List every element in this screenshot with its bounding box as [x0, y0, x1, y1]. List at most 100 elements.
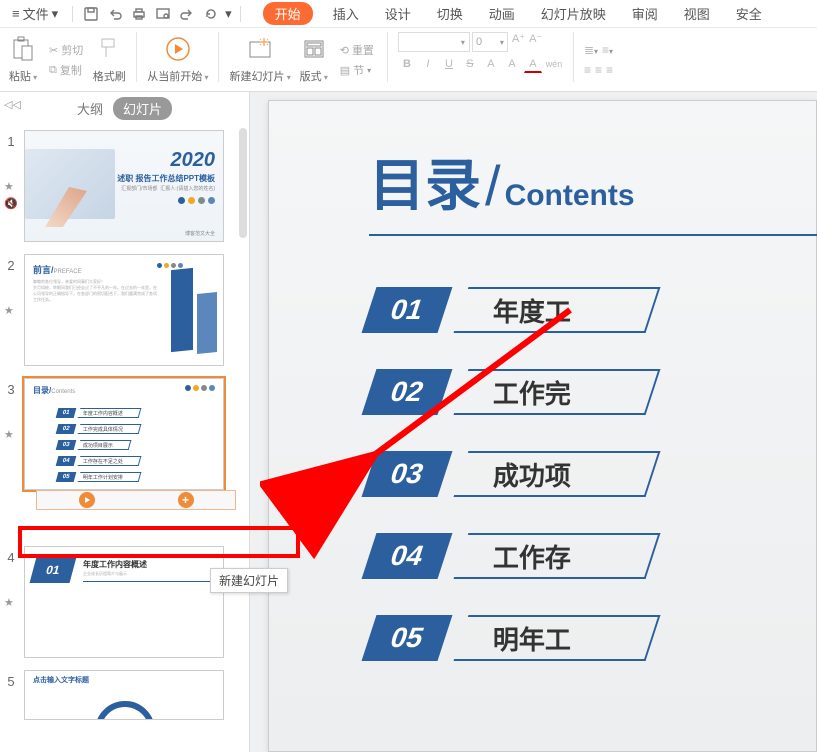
thumb-row-3[interactable]: 3 目录/Contents 01年度工作内容概述 02工作完成具体情况 03成功…	[0, 372, 249, 518]
animation-icon: ★	[4, 304, 14, 317]
align-center-icon[interactable]: ≡	[595, 63, 602, 77]
cut-button[interactable]: ✂剪切	[46, 41, 86, 59]
play-circle-icon	[161, 32, 195, 66]
thumb-row-5[interactable]: 5 点击输入文字标题	[0, 664, 249, 726]
slide-canvas[interactable]: 目录 / Contents 01年度工 02工作完 03成功项 04工作存 05…	[250, 92, 817, 752]
subscript-button[interactable]: A	[503, 55, 521, 73]
slide1-year: 2020	[171, 149, 216, 172]
paste-group[interactable]: 粘贴 ▾	[6, 32, 40, 84]
divider	[240, 6, 241, 22]
decrease-font-icon[interactable]: A⁻	[529, 32, 542, 52]
tab-slideshow[interactable]: 幻灯片放映	[535, 2, 612, 25]
print-icon[interactable]	[129, 4, 149, 24]
slide3-item-3: 03成功项目展示	[57, 439, 130, 450]
copy-button[interactable]: ⧉复制	[46, 61, 86, 79]
ribbon: 粘贴 ▾ ✂剪切 ⧉复制 格式刷 从当前开始 ▾ 新建幻灯片 ▾ 版式 ▾ ⟲重…	[0, 28, 817, 92]
thumb-number: 3	[4, 378, 18, 397]
reset-label: 重置	[352, 42, 374, 58]
format-painter-group[interactable]: 格式刷	[92, 32, 126, 84]
superscript-button[interactable]: A	[482, 55, 500, 73]
thumb-row-1[interactable]: 1 2020 述职 报告工作总结PPT模板 汇报部门/市场部 汇报人:(请插入您…	[0, 124, 249, 248]
slide3-item-1: 01年度工作内容概述	[57, 407, 140, 418]
slides-tab[interactable]: 幻灯片	[113, 97, 172, 120]
new-slide-group[interactable]: 新建幻灯片 ▾	[229, 32, 290, 84]
row-num: 05	[362, 615, 453, 661]
new-slide-tooltip: 新建幻灯片	[210, 568, 288, 593]
format-painter-label: 格式刷	[93, 68, 126, 84]
tab-start[interactable]: 开始	[263, 2, 313, 25]
bullets-icon[interactable]: ≣▾	[584, 43, 598, 57]
contents-row-1: 01年度工	[369, 284, 816, 336]
tab-transition[interactable]: 切换	[431, 2, 469, 25]
align-right-icon[interactable]: ≡	[606, 63, 613, 77]
thumb-1[interactable]: 2020 述职 报告工作总结PPT模板 汇报部门/市场部 汇报人:(请插入您的姓…	[24, 130, 224, 242]
italic-button[interactable]: I	[419, 55, 437, 73]
thumb-number: 2	[4, 254, 18, 273]
row-box: 成功项	[454, 451, 661, 497]
bold-button[interactable]: B	[398, 55, 416, 73]
undo-icon[interactable]	[105, 4, 125, 24]
slide5-ring	[95, 701, 155, 720]
thumbnail-panel: 大纲 幻灯片 1 2020 述职 报告工作总结PPT模板 汇报部门/市场部 汇报…	[0, 92, 250, 752]
save-icon[interactable]	[81, 4, 101, 24]
tab-security[interactable]: 安全	[730, 2, 768, 25]
font-size-select[interactable]: 0▾	[472, 32, 508, 52]
reset-button[interactable]: ⟲重置	[337, 41, 377, 59]
file-label: 文件	[23, 4, 49, 23]
row-num: 04	[362, 533, 453, 579]
animation-icon: ★	[4, 428, 14, 441]
redo2-icon[interactable]	[201, 4, 221, 24]
slide4-title: 年度工作内容概述	[83, 559, 147, 570]
start-slideshow-group[interactable]: 从当前开始 ▾	[147, 32, 208, 84]
thumb-indicators: ★	[4, 304, 14, 317]
layout-group[interactable]: 版式 ▾	[297, 32, 331, 84]
current-slide[interactable]: 目录 / Contents 01年度工 02工作完 03成功项 04工作存 05…	[268, 100, 817, 752]
contents-row-4: 04工作存	[369, 530, 816, 582]
align-left-icon[interactable]: ≡	[584, 63, 591, 77]
preview-icon[interactable]	[153, 4, 173, 24]
numbering-icon[interactable]: ≡▾	[602, 43, 613, 57]
increase-font-icon[interactable]: A⁺	[512, 32, 525, 52]
separator	[218, 32, 219, 82]
tab-review[interactable]: 审阅	[626, 2, 664, 25]
copy-label: 复制	[60, 62, 82, 78]
section-label: 节	[353, 62, 364, 78]
animation-icon: ★	[4, 180, 18, 193]
start-from-current-label: 从当前开始 ▾	[147, 68, 208, 84]
thumb-3[interactable]: 目录/Contents 01年度工作内容概述 02工作完成具体情况 03成功项目…	[24, 378, 224, 490]
tab-animation[interactable]: 动画	[483, 2, 521, 25]
paste-label: 粘贴 ▾	[9, 68, 37, 84]
row-box: 工作存	[454, 533, 661, 579]
slide4-num: 01	[30, 557, 77, 583]
slide-mini: ⟲重置 ▤节 ▾	[337, 32, 377, 88]
highlight-button[interactable]: wén	[545, 55, 563, 73]
section-button[interactable]: ▤节 ▾	[337, 61, 377, 79]
thumb-4[interactable]: 01 年度工作内容概述 企业成长历程简介与展示	[24, 546, 224, 658]
layout-label: 版式 ▾	[300, 68, 328, 84]
font-color-button[interactable]: A	[524, 55, 542, 73]
slide1-sub2: 汇报部门/市场部 汇报人:(请插入您的姓名)	[121, 185, 215, 192]
slide3-dots	[185, 385, 215, 391]
quick-access-dropdown[interactable]: ▾	[225, 6, 232, 22]
reset-icon: ⟲	[340, 44, 349, 57]
strike-button[interactable]: S	[461, 55, 479, 73]
tab-view[interactable]: 视图	[678, 2, 716, 25]
font-family-select[interactable]: ▾	[398, 32, 470, 52]
add-slide-button[interactable]: +	[178, 492, 194, 508]
new-slide-label: 新建幻灯片 ▾	[229, 68, 290, 84]
slide3-item-5: 05明年工作计划安排	[57, 471, 140, 482]
file-menu[interactable]: ≡ 文件 ▾	[6, 2, 64, 25]
thumb-row-2[interactable]: 2 前言/PREFACE 尊敬的各位领导，亲爱的同事们大家好！岁月如梭，转眼间我…	[0, 248, 249, 372]
outline-tab[interactable]: 大纲	[77, 99, 103, 118]
thumb-5[interactable]: 点击输入文字标题	[24, 670, 224, 720]
play-from-here-button[interactable]	[79, 492, 95, 508]
thumb-2[interactable]: 前言/PREFACE 尊敬的各位领导，亲爱的同事们大家好！岁月如梭，转眼间我们已…	[24, 254, 224, 366]
caret-down-icon: ▾	[52, 6, 59, 22]
thumb-row-4[interactable]: 4 01 年度工作内容概述 企业成长历程简介与展示 ★	[0, 540, 249, 664]
slide2-shape2	[197, 292, 217, 354]
thumb-indicators: ★	[4, 428, 14, 441]
tab-design[interactable]: 设计	[379, 2, 417, 25]
redo-icon[interactable]	[177, 4, 197, 24]
tab-insert[interactable]: 插入	[327, 2, 365, 25]
underline-button[interactable]: U	[440, 55, 458, 73]
